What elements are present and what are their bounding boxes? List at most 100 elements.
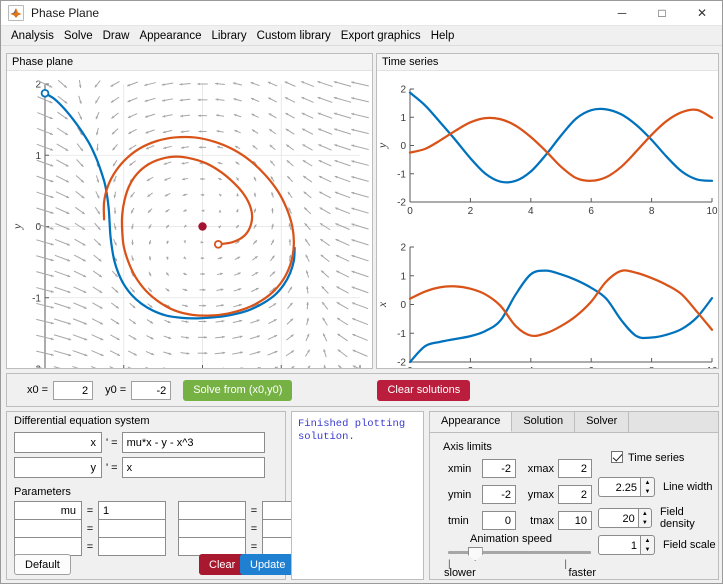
default-button[interactable]: Default <box>14 554 71 575</box>
x0-input[interactable]: 2 <box>53 380 94 400</box>
time-series-checkbox-label: Time series <box>628 452 685 464</box>
deq-panel-title: Differential equation system <box>14 415 150 427</box>
message-panel[interactable]: Finished plotting solution. <box>291 411 424 580</box>
parameters-label: Parameters <box>14 486 71 498</box>
menu-item-draw[interactable]: Draw <box>98 28 135 44</box>
chevron-down-icon[interactable]: ▼ <box>639 518 651 527</box>
equation-row-y: y ' = x <box>14 457 265 478</box>
equation-expression-x[interactable]: mu*x - y - x^3 <box>121 432 265 453</box>
parameter-value-0[interactable]: 1 <box>98 501 166 520</box>
menu-item-export-graphics[interactable]: Export graphics <box>336 28 426 44</box>
equation-expression-y[interactable]: x <box>121 457 265 478</box>
time-series-panel-title: Time series <box>377 54 718 71</box>
field-density-value[interactable]: 20 <box>598 508 638 528</box>
title-bar: Phase Plane ─ □ ✕ <box>1 1 722 26</box>
svg-text:1: 1 <box>400 113 406 124</box>
svg-text:8: 8 <box>649 206 655 217</box>
y0-input[interactable]: -2 <box>131 380 172 400</box>
line-width-stepper[interactable]: ▲ ▼ <box>640 477 655 497</box>
time-series-checkbox[interactable]: Time series <box>611 451 684 464</box>
svg-text:-1: -1 <box>32 293 41 304</box>
parameter-name-4[interactable] <box>178 519 246 538</box>
slider-endpoint-labels: slower faster <box>444 567 596 579</box>
parameter-name-3[interactable] <box>178 501 246 520</box>
tmax-label: tmax <box>530 514 554 527</box>
parameter-equals-2: = <box>86 540 94 553</box>
svg-text:1: 1 <box>400 271 406 282</box>
slider-max-label: faster <box>568 567 596 579</box>
tab-appearance[interactable]: Appearance <box>430 412 513 432</box>
x0-label: x0 = <box>27 384 49 396</box>
chevron-up-icon[interactable]: ▲ <box>641 536 654 545</box>
parameter-equals-0: = <box>86 504 94 517</box>
time-series-plots[interactable]: 0246810-2-1012y0246810-2-1012tx <box>377 71 718 369</box>
tab-strip-filler <box>629 412 718 432</box>
ymax-input[interactable]: 2 <box>558 485 592 504</box>
svg-text:2: 2 <box>400 243 406 254</box>
field-scale-spinner[interactable]: 1 ▲ ▼ Field scale <box>598 535 716 555</box>
ymin-field-row: ymin -2 ymax 2 <box>448 485 592 504</box>
field-density-spinner[interactable]: 20 ▲ ▼ Field density <box>598 506 718 530</box>
checkmark-icon <box>611 451 623 463</box>
xmax-input[interactable]: 2 <box>558 459 592 478</box>
menu-item-help[interactable]: Help <box>426 28 460 44</box>
equation-row-x: x ' = mu*x - y - x^3 <box>14 432 265 453</box>
chevron-up-icon[interactable]: ▲ <box>641 478 654 487</box>
solve-from-button[interactable]: Solve from (x0,y0) <box>183 379 293 401</box>
ymin-input[interactable]: -2 <box>482 485 516 504</box>
field-scale-stepper[interactable]: ▲ ▼ <box>640 535 655 555</box>
field-density-label: Field density <box>659 506 695 530</box>
chevron-down-icon[interactable]: ▼ <box>641 487 654 496</box>
maximize-button[interactable]: □ <box>642 1 682 25</box>
tmin-input[interactable]: 0 <box>482 511 516 530</box>
phase-plane-plot[interactable]: -2-1012-2-1012xy <box>7 71 372 368</box>
xmin-input[interactable]: -2 <box>482 459 516 478</box>
minimize-button[interactable]: ─ <box>602 1 642 25</box>
clear-button[interactable]: Clear <box>199 554 246 575</box>
prime-equals-y: ' = <box>106 461 118 474</box>
menu-item-library[interactable]: Library <box>206 28 251 44</box>
animation-speed-slider[interactable] <box>448 547 591 561</box>
xmin-field-row: xmin -2 xmax 2 <box>448 459 592 478</box>
clear-solutions-button[interactable]: Clear solutions <box>377 379 471 401</box>
line-width-spinner[interactable]: 2.25 ▲ ▼ Line width <box>598 477 713 497</box>
y0-label: y0 = <box>105 384 127 396</box>
axis-limits-label: Axis limits <box>443 441 492 453</box>
svg-text:-2: -2 <box>397 198 406 209</box>
parameter-name-1[interactable] <box>14 519 82 538</box>
tab-solver[interactable]: Solver <box>575 412 630 432</box>
equation-variable-x[interactable]: x <box>14 432 102 453</box>
svg-text:10: 10 <box>706 206 718 217</box>
parameter-name-0[interactable]: mu <box>14 501 82 520</box>
parameter-value-2[interactable] <box>98 537 166 556</box>
menu-item-analysis[interactable]: Analysis <box>6 28 59 44</box>
svg-text:10: 10 <box>706 366 718 368</box>
svg-text:x: x <box>377 301 389 308</box>
svg-text:4: 4 <box>528 206 534 217</box>
chevron-up-icon[interactable]: ▲ <box>639 509 651 518</box>
menu-item-appearance[interactable]: Appearance <box>134 28 206 44</box>
chevron-down-icon[interactable]: ▼ <box>641 545 654 554</box>
close-button[interactable]: ✕ <box>682 1 722 25</box>
svg-text:y: y <box>377 142 389 149</box>
tmin-field-row: tmin 0 tmax 10 <box>448 511 592 530</box>
tab-solution[interactable]: Solution <box>512 412 576 432</box>
update-button[interactable]: Update <box>240 554 296 575</box>
menu-item-custom-library[interactable]: Custom library <box>252 28 336 44</box>
xmin-label: xmin <box>448 462 472 475</box>
phase-plane-panel: Phase plane -2-1012-2-1012xy <box>6 53 373 369</box>
time-series-panel: Time series 0 2 4 6 8 10 -2 -1 0 1 2 y 0 2 4 6 8 10 -2 -1 0 1… <box>376 53 719 369</box>
matlab-app-icon <box>8 5 24 21</box>
tmax-input[interactable]: 10 <box>558 511 592 530</box>
ymax-label: ymax <box>527 488 554 501</box>
parameter-equals-5: = <box>250 540 258 553</box>
window-title: Phase Plane <box>31 6 100 20</box>
parameter-value-1[interactable] <box>98 519 166 538</box>
animation-speed-label: Animation speed <box>470 533 552 545</box>
menu-bar: Analysis Solve Draw Appearance Library C… <box>1 26 722 46</box>
menu-item-solve[interactable]: Solve <box>59 28 98 44</box>
equation-variable-y[interactable]: y <box>14 457 102 478</box>
field-density-stepper[interactable]: ▲ ▼ <box>637 508 652 528</box>
line-width-value[interactable]: 2.25 <box>598 477 640 497</box>
field-scale-value[interactable]: 1 <box>598 535 640 555</box>
